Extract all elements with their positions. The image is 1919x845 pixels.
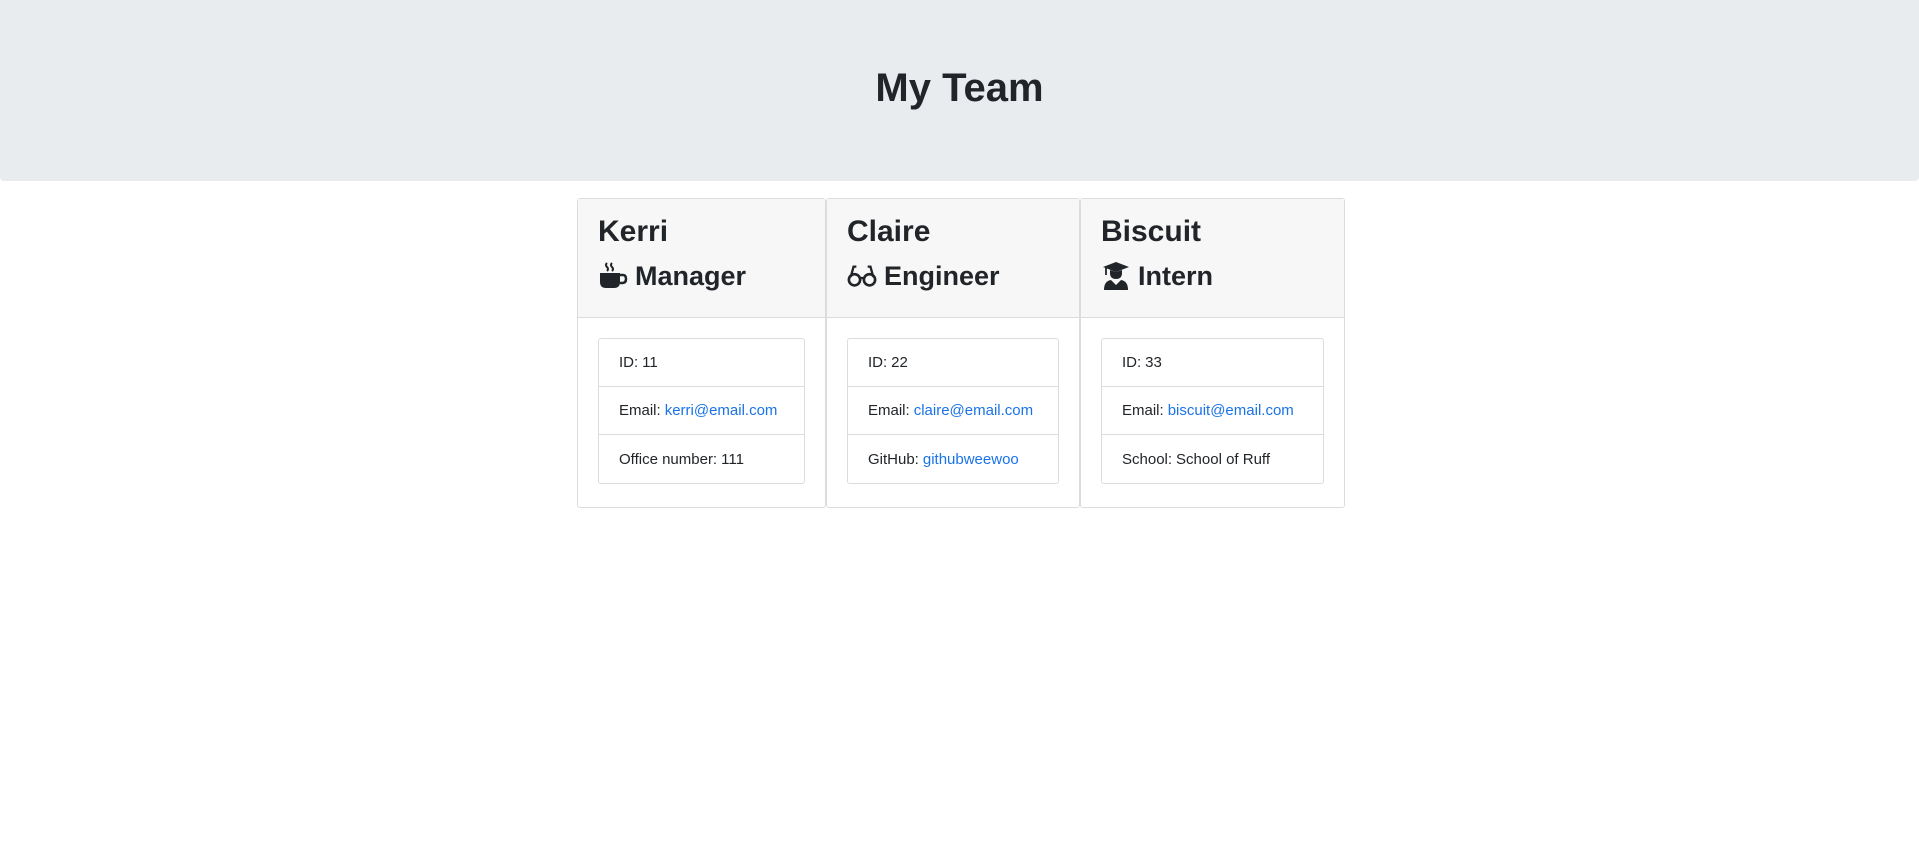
list-item-email: Email: kerri@email.com: [599, 387, 804, 435]
graduate-icon: [1101, 261, 1131, 291]
employee-name: Kerri: [598, 215, 669, 248]
list-item-id: ID: 33: [1102, 339, 1323, 387]
id-label: ID:: [1122, 354, 1142, 371]
card-header: Biscuit Intern: [1081, 199, 1344, 318]
id-value: 33: [1145, 354, 1162, 371]
employee-role-label: Intern: [1138, 261, 1214, 291]
id-value: 22: [891, 354, 908, 371]
employee-card-manager: Kerri Manager ID: 11 Email: kerri@email.…: [577, 198, 826, 508]
list-item-id: ID: 11: [599, 339, 804, 387]
email-link[interactable]: claire@email.com: [914, 402, 1033, 419]
id-value: 11: [642, 354, 658, 371]
header-banner: My Team: [0, 0, 1919, 181]
card-header: Kerri Manager: [578, 199, 825, 318]
list-item-email: Email: biscuit@email.com: [1102, 387, 1323, 435]
list-item-school: School: School of Ruff: [1102, 435, 1323, 483]
card-body: ID: 33 Email: biscuit@email.com School: …: [1081, 318, 1344, 504]
mug-hot-icon: [598, 261, 628, 291]
glasses-icon: [847, 261, 877, 291]
email-label: Email:: [868, 402, 910, 419]
card-header: Claire Engineer: [827, 199, 1079, 318]
info-list: ID: 11 Email: kerri@email.com Office num…: [598, 338, 805, 484]
email-link[interactable]: biscuit@email.com: [1168, 402, 1294, 419]
employee-card-intern: Biscuit Intern ID: 33 Email: biscuit@ema…: [1080, 198, 1345, 508]
school-label: School:: [1122, 450, 1173, 468]
employee-role: Engineer: [847, 259, 1059, 293]
employee-role-label: Manager: [635, 261, 747, 291]
github-link[interactable]: githubweewoo: [923, 451, 1019, 468]
employee-name: Biscuit: [1101, 215, 1202, 248]
office-value: 111: [721, 450, 744, 468]
github-label: GitHub:: [868, 450, 919, 468]
employee-card-engineer: Claire Engineer ID: 22 Email: claire@ema…: [826, 198, 1080, 508]
list-item-office: Office number: 111: [599, 435, 804, 483]
email-link[interactable]: kerri@email.com: [665, 402, 778, 419]
list-item-email: Email: claire@email.com: [848, 387, 1058, 435]
email-label: Email:: [1122, 402, 1164, 419]
id-label: ID:: [868, 354, 888, 371]
info-list: ID: 22 Email: claire@email.com GitHub: g…: [847, 338, 1059, 484]
page-title: My Team: [875, 66, 1044, 110]
team-cards: Kerri Manager ID: 11 Email: kerri@email.…: [577, 198, 1345, 508]
card-body: ID: 22 Email: claire@email.com GitHub: g…: [827, 318, 1079, 504]
info-list: ID: 33 Email: biscuit@email.com School: …: [1101, 338, 1324, 484]
school-value: School of Ruff: [1176, 450, 1270, 468]
email-label: Email:: [619, 402, 661, 419]
list-item-id: ID: 22: [848, 339, 1058, 387]
employee-name: Claire: [847, 215, 931, 248]
list-item-github: GitHub: githubweewoo: [848, 435, 1058, 483]
employee-role: Intern: [1101, 259, 1324, 293]
employee-role-label: Engineer: [884, 261, 1000, 291]
office-label: Office number:: [619, 450, 718, 468]
card-body: ID: 11 Email: kerri@email.com Office num…: [578, 318, 825, 504]
employee-role: Manager: [598, 259, 805, 293]
id-label: ID:: [619, 354, 639, 371]
